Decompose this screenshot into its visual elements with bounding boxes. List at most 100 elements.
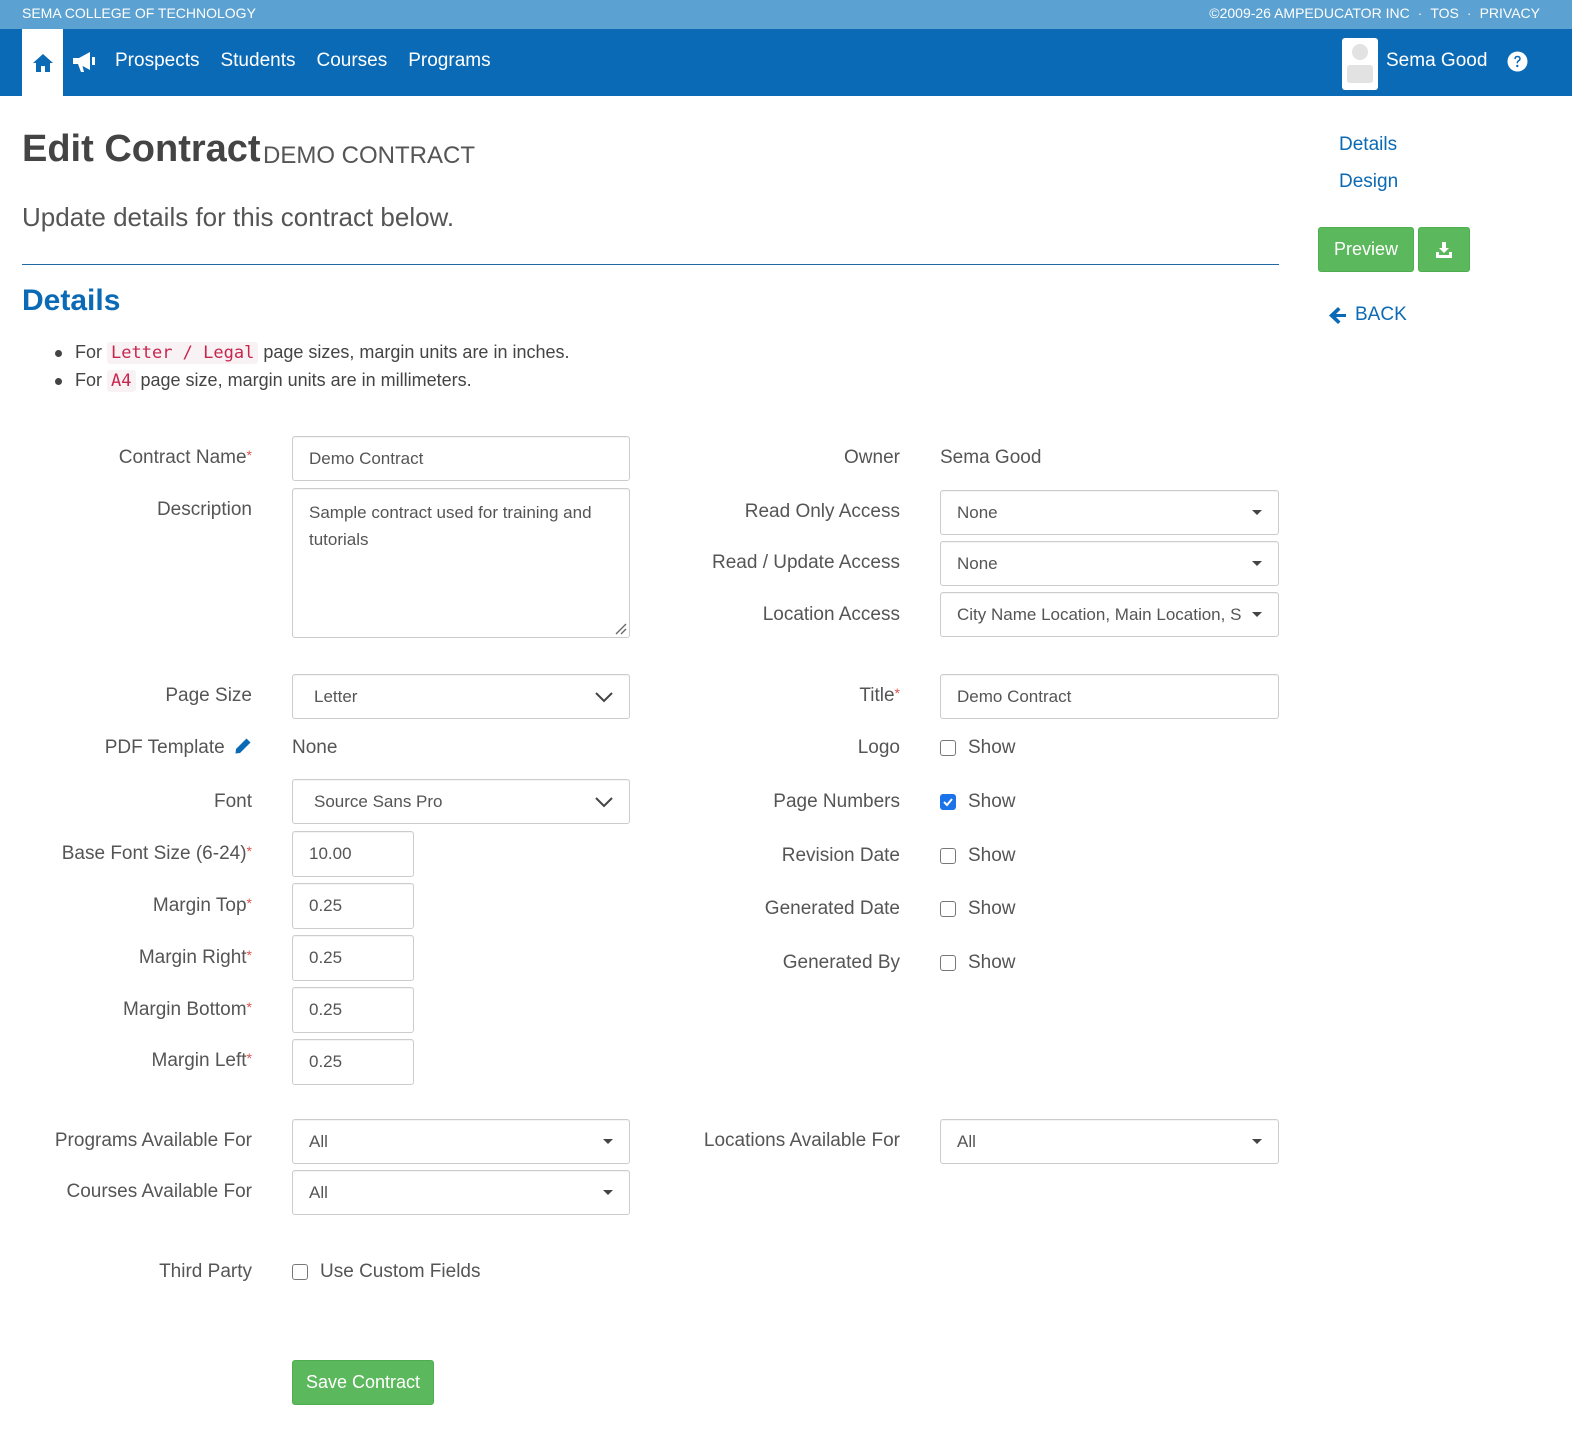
page-size-select[interactable]: Letter xyxy=(292,674,630,719)
programs-available-label: Programs Available For xyxy=(54,1130,252,1151)
note-text: page sizes, margin units are in inches. xyxy=(263,342,570,362)
generated-date-show-checkbox[interactable]: Show xyxy=(940,898,1016,920)
courses-available-select[interactable]: All xyxy=(292,1170,630,1215)
note-code: Letter / Legal xyxy=(107,342,259,364)
font-select[interactable]: Source Sans Pro xyxy=(292,779,630,824)
owner-value: Sema Good xyxy=(940,447,1042,468)
margin-top-label: Margin Top* xyxy=(152,895,252,916)
margin-right-label: Margin Right* xyxy=(138,947,252,968)
checkbox-label: Show xyxy=(968,737,1016,758)
units-notes: For Letter / Legal page sizes, margin un… xyxy=(52,339,570,395)
pencil-icon[interactable] xyxy=(234,737,252,755)
base-font-size-label: Base Font Size (6-24)* xyxy=(61,843,252,864)
separator: · xyxy=(1466,5,1472,21)
caret-down-icon xyxy=(1252,612,1262,617)
nav-programs[interactable]: Programs xyxy=(408,50,490,72)
pdf-template-label: PDF Template xyxy=(105,737,252,759)
section-title: Details xyxy=(22,284,121,317)
checkbox-box[interactable] xyxy=(940,901,956,917)
user-name[interactable]: Sema Good xyxy=(1386,50,1487,72)
back-label: BACK xyxy=(1355,304,1407,325)
note-item: For A4 page size, margin units are in mi… xyxy=(52,367,570,395)
third-party-label: Third Party xyxy=(159,1261,252,1282)
base-font-size-input[interactable]: 10.00 xyxy=(292,831,414,877)
description-textarea[interactable]: Sample contract used for training and tu… xyxy=(292,488,630,638)
nav-links: Prospects Students Courses Programs xyxy=(115,50,491,72)
chevron-down-icon xyxy=(595,691,613,702)
margin-bottom-input[interactable]: 0.25 xyxy=(292,987,414,1033)
checkbox-box[interactable] xyxy=(292,1264,308,1280)
page-numbers-label: Page Numbers xyxy=(773,791,900,812)
title-input[interactable]: Demo Contract xyxy=(940,674,1279,719)
page-lead: Update details for this contract below. xyxy=(22,202,455,232)
title-label: Title* xyxy=(859,685,900,706)
nav-students[interactable]: Students xyxy=(220,50,295,72)
revision-date-show-checkbox[interactable]: Show xyxy=(940,845,1016,867)
divider xyxy=(22,264,1279,265)
locations-available-select[interactable]: All xyxy=(940,1119,1279,1164)
contract-name-input[interactable]: Demo Contract xyxy=(292,436,630,481)
privacy-link[interactable]: PRIVACY xyxy=(1480,5,1540,21)
checkbox-box[interactable] xyxy=(940,955,956,971)
page-subtitle: DEMO CONTRACT xyxy=(263,142,475,169)
legal-links: ©2009-26 AMPEDUCATOR INC · TOS · PRIVACY xyxy=(1209,5,1540,21)
sidebar-link-design[interactable]: Design xyxy=(1339,171,1398,193)
programs-available-select[interactable]: All xyxy=(292,1119,630,1164)
tos-link[interactable]: TOS xyxy=(1430,5,1459,21)
generated-by-show-checkbox[interactable]: Show xyxy=(940,952,1016,974)
use-custom-fields-checkbox[interactable]: Use Custom Fields xyxy=(292,1261,481,1283)
school-name: SEMA COLLEGE OF TECHNOLOGY xyxy=(22,5,256,21)
resize-grip-icon[interactable] xyxy=(613,621,627,635)
download-button[interactable] xyxy=(1418,227,1470,272)
checkbox-label: Use Custom Fields xyxy=(320,1261,481,1282)
generated-date-label: Generated Date xyxy=(764,898,900,919)
description-label: Description xyxy=(156,499,252,520)
preview-button[interactable]: Preview xyxy=(1318,227,1414,272)
top-bar: SEMA COLLEGE OF TECHNOLOGY ©2009-26 AMPE… xyxy=(0,0,1572,29)
note-item: For Letter / Legal page sizes, margin un… xyxy=(52,339,570,367)
margin-right-input[interactable]: 0.25 xyxy=(292,935,414,981)
margin-left-input[interactable]: 0.25 xyxy=(292,1039,414,1085)
location-access-label: Location Access xyxy=(762,604,900,625)
back-link[interactable]: BACK xyxy=(1329,304,1407,326)
location-access-select[interactable]: City Name Location, Main Location, S xyxy=(940,592,1279,637)
read-update-access-select[interactable]: None xyxy=(940,541,1279,586)
separator: · xyxy=(1417,5,1423,21)
note-text: page size, margin units are in millimete… xyxy=(140,370,472,390)
checkbox-label: Show xyxy=(968,952,1016,973)
checkbox-box[interactable] xyxy=(940,848,956,864)
checkbox-label: Show xyxy=(968,898,1016,919)
checkbox-box[interactable] xyxy=(940,794,956,810)
arrow-left-icon xyxy=(1329,307,1346,324)
contract-name-label: Contract Name* xyxy=(118,447,252,468)
read-only-access-label: Read Only Access xyxy=(744,501,900,522)
pdf-template-value: None xyxy=(292,737,338,758)
read-update-access-label: Read / Update Access xyxy=(712,552,900,573)
logo-show-checkbox[interactable]: Show xyxy=(940,737,1016,759)
checkbox-box[interactable] xyxy=(940,740,956,756)
note-code: A4 xyxy=(107,370,136,392)
avatar[interactable] xyxy=(1342,38,1378,90)
chevron-down-icon xyxy=(595,796,613,807)
owner-label: Owner xyxy=(844,447,900,468)
checkbox-label: Show xyxy=(968,791,1016,812)
locations-available-label: Locations Available For xyxy=(703,1130,900,1151)
logo-label: Logo xyxy=(857,737,900,758)
save-contract-button[interactable]: Save Contract xyxy=(292,1360,434,1405)
margin-left-label: Margin Left* xyxy=(151,1050,253,1071)
page-size-label: Page Size xyxy=(165,685,252,706)
caret-down-icon xyxy=(603,1139,613,1144)
help-icon[interactable] xyxy=(1507,51,1528,72)
read-only-access-select[interactable]: None xyxy=(940,490,1279,535)
copyright: ©2009-26 AMPEDUCATOR INC xyxy=(1209,5,1410,21)
checkmark-icon xyxy=(943,798,953,807)
nav-courses[interactable]: Courses xyxy=(316,50,387,72)
page-numbers-show-checkbox[interactable]: Show xyxy=(940,791,1016,813)
sidebar-link-details[interactable]: Details xyxy=(1339,134,1397,156)
note-text: For xyxy=(75,342,102,362)
margin-top-input[interactable]: 0.25 xyxy=(292,883,414,929)
home-button[interactable] xyxy=(22,29,63,96)
nav-prospects[interactable]: Prospects xyxy=(115,50,199,72)
megaphone-icon[interactable] xyxy=(70,49,98,75)
margin-bottom-label: Margin Bottom* xyxy=(123,999,252,1020)
